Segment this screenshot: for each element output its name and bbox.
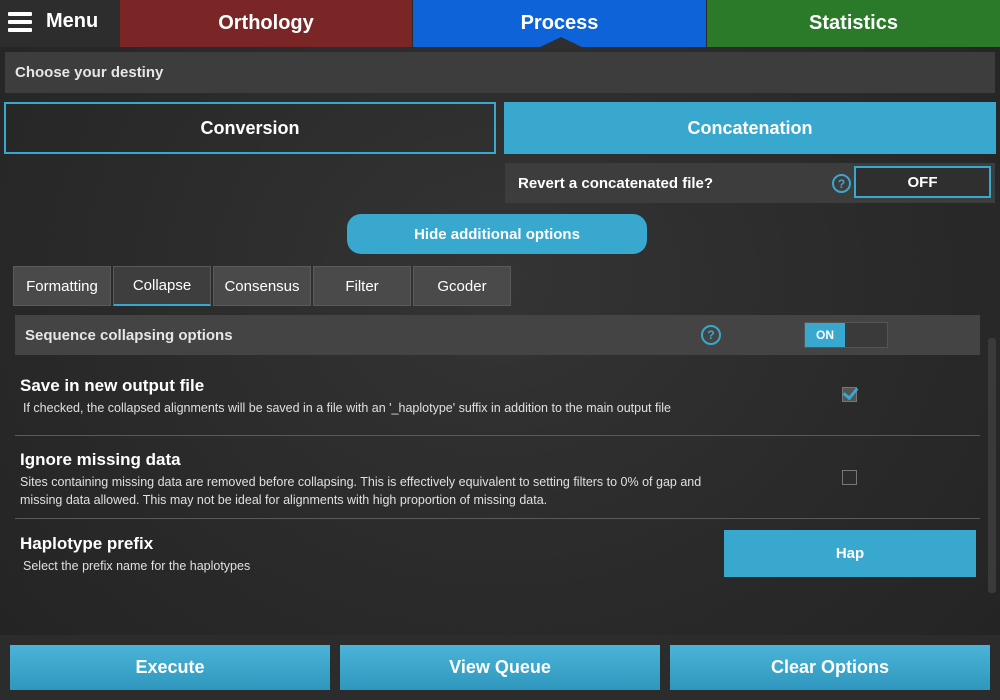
hamburger-icon	[8, 12, 32, 32]
question-circle-icon[interactable]: ?	[701, 325, 721, 345]
subtab-filter[interactable]: Filter	[313, 266, 411, 306]
collapse-toggle[interactable]: ON	[804, 322, 888, 348]
option-save-new-file: Save in new output file If checked, the …	[15, 376, 980, 426]
clear-options-button[interactable]: Clear Options	[670, 645, 990, 690]
option-description: If checked, the collapsed alignments wil…	[23, 401, 671, 415]
ignore-missing-data-checkbox[interactable]	[842, 470, 857, 485]
hide-additional-options-button[interactable]: Hide additional options	[347, 214, 647, 254]
option-title: Haplotype prefix	[20, 534, 154, 553]
scrollbar[interactable]	[988, 338, 996, 593]
checkmark-icon	[842, 383, 859, 401]
divider	[15, 518, 980, 519]
execute-button[interactable]: Execute	[10, 645, 330, 690]
revert-concatenated-row: Revert a concatenated file? ? OFF	[505, 163, 995, 203]
option-title: Save in new output file	[20, 376, 205, 395]
active-tab-indicator	[538, 37, 584, 48]
subtab-collapse[interactable]: Collapse	[113, 266, 211, 306]
top-bar: Menu Orthology Process Statistics	[0, 0, 1000, 48]
option-description: Sites containing missing data are remove…	[20, 475, 702, 507]
tab-statistics[interactable]: Statistics	[707, 0, 1000, 47]
revert-label: Revert a concatenated file?	[518, 175, 714, 192]
menu-button[interactable]: Menu	[0, 0, 120, 47]
panel-title: Sequence collapsing options	[25, 327, 233, 344]
save-new-file-checkbox[interactable]	[842, 383, 859, 402]
subtab-consensus[interactable]: Consensus	[213, 266, 311, 306]
toggle-on-label: ON	[805, 323, 845, 347]
question-circle-icon[interactable]: ?	[832, 174, 851, 193]
haplotype-prefix-input[interactable]: Hap	[724, 530, 976, 577]
divider	[15, 435, 980, 436]
option-ignore-missing-data: Ignore missing data Sites containing mis…	[15, 450, 980, 510]
collapse-panel-header: Sequence collapsing options ? ON	[15, 315, 980, 355]
menu-label: Menu	[46, 10, 99, 32]
app-window: Menu Orthology Process Statistics Choose…	[0, 0, 1000, 700]
subtab-formatting[interactable]: Formatting	[13, 266, 111, 306]
view-queue-button[interactable]: View Queue	[340, 645, 660, 690]
conversion-button[interactable]: Conversion	[4, 102, 496, 154]
tab-orthology[interactable]: Orthology	[120, 0, 412, 47]
subtitle-text: Choose your destiny	[15, 64, 164, 81]
revert-toggle[interactable]: OFF	[854, 166, 991, 198]
option-description: Select the prefix name for the haplotype…	[23, 559, 251, 573]
concatenation-button[interactable]: Concatenation	[504, 102, 996, 154]
option-title: Ignore missing data	[20, 450, 181, 469]
subtab-gcoder[interactable]: Gcoder	[413, 266, 511, 306]
subtitle-bar: Choose your destiny	[5, 52, 995, 93]
